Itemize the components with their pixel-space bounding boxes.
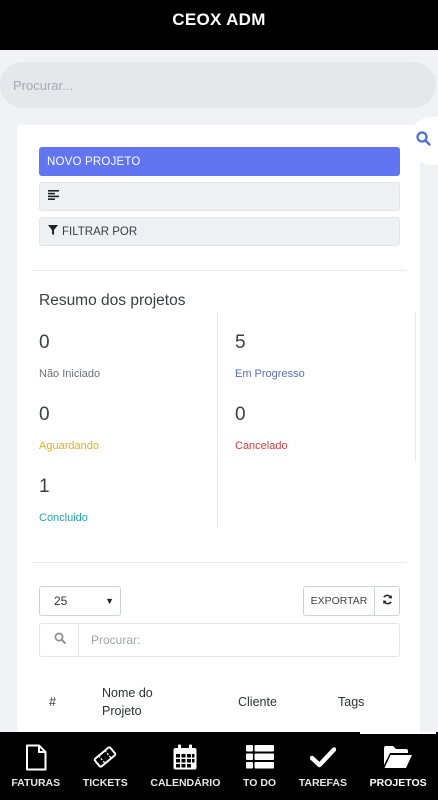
new-project-label: NOVO PROJETO (47, 155, 141, 168)
nav-label: TICKETS (82, 777, 128, 789)
nav-item-tickets[interactable]: TICKETS (71, 732, 139, 800)
nav-item-faturas[interactable]: FATURAS (0, 732, 71, 800)
nav-label: PROJETOS (369, 777, 427, 789)
nav-label: TAREFAS (298, 777, 347, 789)
stat-value: 0 (235, 404, 246, 425)
new-project-button[interactable]: NOVO PROJETO (39, 147, 400, 176)
nav-label: TO DO (243, 777, 277, 789)
stat-label: Concluido (39, 512, 88, 524)
column-header-number[interactable]: # (49, 693, 56, 711)
filter-icon (48, 225, 58, 238)
summary-edge (415, 312, 416, 462)
search-icon (54, 631, 66, 649)
summary-divider (217, 312, 218, 527)
nav-item-tarefas[interactable]: TAREFAS (287, 732, 358, 800)
stat-waiting: 0 Aguardando (39, 404, 99, 452)
calendar-icon (172, 743, 198, 771)
nav-item-projetos[interactable]: PROJETOS (358, 732, 438, 800)
list-icon (245, 743, 274, 771)
refresh-icon (382, 592, 393, 610)
global-search-input[interactable]: Procurar... (0, 62, 436, 108)
page-size-select[interactable]: 25 ▼ (39, 586, 121, 616)
divider (32, 270, 406, 271)
filter-button[interactable]: FILTRAR POR (39, 217, 400, 246)
app-header: CEOX ADM (0, 0, 438, 50)
caret-down-icon: ▼ (105, 596, 114, 606)
folder-open-icon (383, 743, 413, 771)
export-label: EXPORTAR (310, 595, 368, 607)
stat-label: Cancelado (235, 440, 288, 452)
column-header-tags[interactable]: Tags (338, 693, 364, 711)
export-button[interactable]: EXPORTAR (303, 586, 375, 616)
stat-value: 1 (39, 476, 50, 497)
table-search-placeholder: Procurar: (91, 633, 141, 647)
filter-label: FILTRAR POR (62, 225, 138, 238)
toggle-view-button[interactable] (39, 182, 400, 211)
projects-card: NOVO PROJETO FILTRAR POR Resumo dos proj… (17, 125, 420, 745)
page-size-value: 25 (54, 594, 68, 608)
column-header-project-name[interactable]: Nome do Projeto (102, 684, 172, 720)
stat-in-progress: 5 Em Progresso (235, 332, 305, 380)
stat-value: 5 (235, 332, 246, 353)
bottom-nav: FATURAS TICKETS CALENDÁRIO TO DO TAREFAS… (0, 732, 438, 800)
global-search-placeholder: Procurar... (13, 77, 73, 93)
refresh-button[interactable] (374, 586, 400, 616)
summary-title: Resumo dos projetos (39, 292, 186, 309)
column-header-client[interactable]: Cliente (238, 693, 277, 711)
stat-label: Em Progresso (235, 368, 305, 380)
file-icon (25, 743, 47, 771)
nav-item-calendario[interactable]: CALENDÁRIO (139, 732, 232, 800)
ticket-icon (92, 743, 118, 771)
nav-label: FATURAS (11, 777, 61, 789)
stat-value: 0 (39, 404, 50, 425)
nav-item-todo[interactable]: TO DO (232, 732, 288, 800)
stat-label: Não Iniciado (39, 368, 101, 380)
stat-value: 0 (39, 332, 50, 353)
app-title: CEOX ADM (172, 10, 266, 29)
table-search-input[interactable]: Procurar: (78, 623, 400, 657)
stat-cancelled: 0 Cancelado (235, 404, 288, 452)
check-icon (309, 743, 336, 771)
stat-completed: 1 Concluido (39, 476, 88, 524)
nav-label: CALENDÁRIO (150, 777, 221, 789)
divider (32, 562, 406, 563)
search-icon (415, 131, 431, 151)
stat-not-started: 0 Não Iniciado (39, 332, 100, 380)
stat-label: Aguardando (39, 440, 99, 452)
table-search-button[interactable] (39, 623, 79, 657)
align-left-icon (48, 190, 60, 203)
